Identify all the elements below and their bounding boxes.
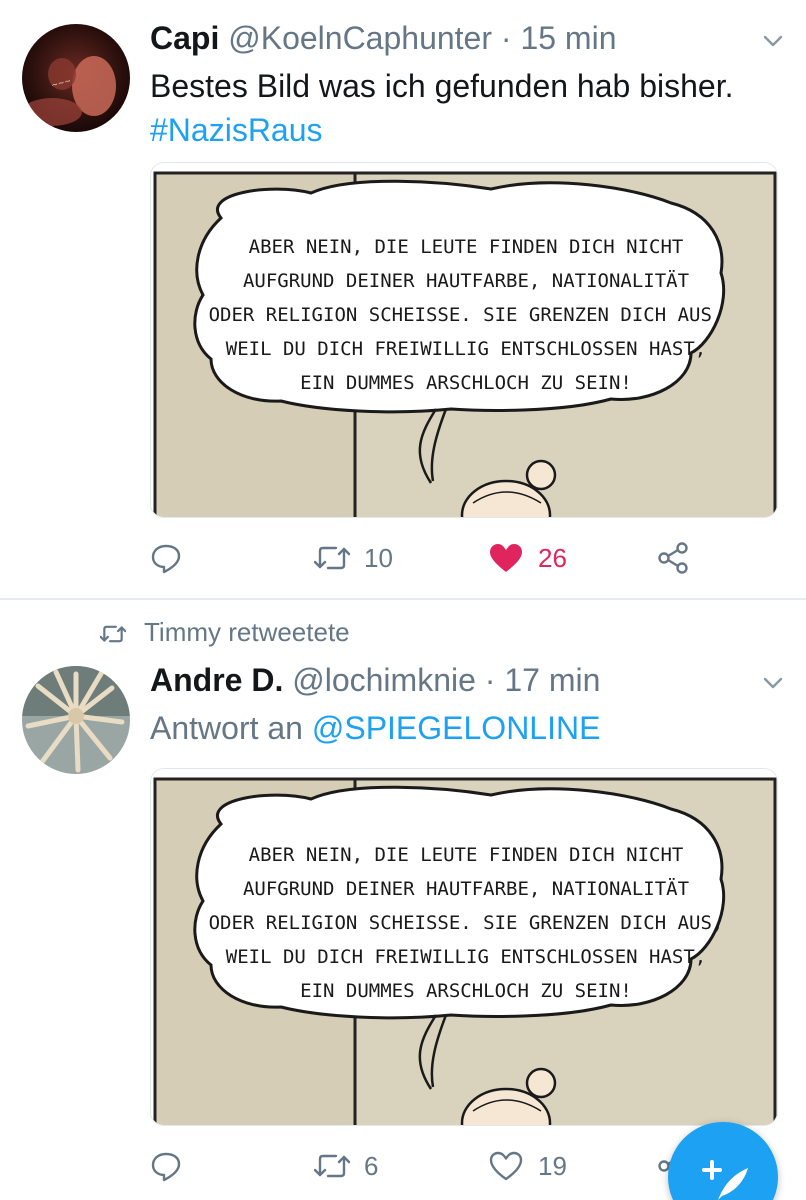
- comic-text-line: WEIL DU DICH FREIWILLIG ENTSCHLOSSEN HAS…: [226, 946, 706, 968]
- comic-panel: ABER NEIN, DIE LEUTE FINDEN DICH NICHT A…: [151, 769, 777, 1125]
- comic-text-line: AUFGRUND DEINER HAUTFARBE, NATIONALITÄT: [243, 269, 689, 292]
- comic-text-line: ABER NEIN, DIE LEUTE FINDEN DICH NICHT: [249, 236, 684, 258]
- heart-icon: [490, 544, 522, 572]
- like-button[interactable]: 19: [488, 1146, 567, 1186]
- like-count: 19: [538, 1150, 567, 1181]
- comic-text-line: ODER RELIGION SCHEISSE. SIE GRENZEN DICH…: [209, 304, 724, 326]
- reply-prefix: Antwort an: [150, 710, 303, 746]
- chevron-down-icon[interactable]: [762, 30, 784, 52]
- reply-icon: [151, 544, 181, 574]
- hashtag-link[interactable]: #NazisRaus: [150, 108, 323, 152]
- display-name[interactable]: Capi: [150, 20, 219, 56]
- avatar-andre[interactable]: [22, 666, 130, 774]
- retweet-button[interactable]: 10: [314, 538, 393, 578]
- comic-text-line: ODER RELIGION SCHEISSE. SIE GRENZEN DICH…: [209, 912, 724, 934]
- retweet-context[interactable]: Timmy retweetete: [99, 614, 350, 650]
- tweet-actions: 10 26: [150, 538, 710, 578]
- retweet-button[interactable]: 6: [314, 1146, 378, 1186]
- retweet-context-label: Timmy retweetete: [144, 617, 350, 647]
- retweet-count: 10: [364, 542, 393, 573]
- tweet-header: Andre D. @lochimknie · 17 min: [150, 660, 746, 700]
- comic-text-line: ABER NEIN, DIE LEUTE FINDEN DICH NICHT: [249, 844, 684, 866]
- separator-dot: ·: [484, 662, 496, 698]
- share-button[interactable]: [656, 538, 690, 578]
- timestamp[interactable]: 15 min: [520, 20, 616, 56]
- heart-icon: [489, 1151, 523, 1181]
- comic-text-line: EIN DUMMES ARSCHLOCH ZU SEIN!: [300, 980, 632, 1002]
- comic-text-line: WEIL DU DICH FREIWILLIG ENTSCHLOSSEN HAS…: [226, 338, 706, 360]
- tweet-capi[interactable]: ~~~ Capi @KoelnCaphunter · 15 min Bestes…: [0, 0, 806, 598]
- tweet-text: Bestes Bild was ich gefunden hab bisher.: [150, 68, 734, 104]
- separator-dot: ·: [500, 20, 512, 56]
- reply-button[interactable]: [150, 1146, 182, 1186]
- avatar-capi[interactable]: ~~~: [22, 24, 130, 132]
- comic-text-line: AUFGRUND DEINER HAUTFARBE, NATIONALITÄT: [243, 877, 689, 900]
- mention-link[interactable]: @SPIEGELONLINE: [312, 710, 601, 746]
- reply-context: Antwort an @SPIEGELONLINE: [150, 706, 600, 750]
- tweet-header: Capi @KoelnCaphunter · 15 min: [150, 18, 746, 58]
- comic-text-line: EIN DUMMES ARSCHLOCH ZU SEIN!: [300, 372, 632, 394]
- retweet-icon: [99, 625, 127, 643]
- user-handle[interactable]: @KoelnCaphunter: [228, 20, 492, 56]
- share-icon: [658, 542, 688, 574]
- like-button[interactable]: 26: [488, 538, 567, 578]
- retweet-icon: [314, 1154, 350, 1178]
- user-handle[interactable]: @lochimknie: [292, 662, 476, 698]
- retweet-count: 6: [364, 1150, 379, 1181]
- tweet-andre[interactable]: Timmy retweetete Andre D. @lochimknie ·: [0, 600, 806, 1200]
- compose-tweet-icon: [702, 1160, 748, 1200]
- retweet-icon: [314, 546, 350, 570]
- chevron-down-icon[interactable]: [762, 672, 784, 694]
- comic-panel: ABER NEIN, DIE LEUTE FINDEN DICH NICHT A…: [151, 163, 777, 517]
- tweet-actions: 6 19: [150, 1146, 710, 1186]
- reply-button[interactable]: [150, 538, 182, 578]
- tweet-image[interactable]: ABER NEIN, DIE LEUTE FINDEN DICH NICHT A…: [150, 768, 778, 1126]
- tweet-image[interactable]: ABER NEIN, DIE LEUTE FINDEN DICH NICHT A…: [150, 162, 778, 518]
- like-count: 26: [538, 542, 567, 573]
- reply-icon: [151, 1152, 181, 1182]
- display-name[interactable]: Andre D.: [150, 662, 283, 698]
- timestamp[interactable]: 17 min: [504, 662, 600, 698]
